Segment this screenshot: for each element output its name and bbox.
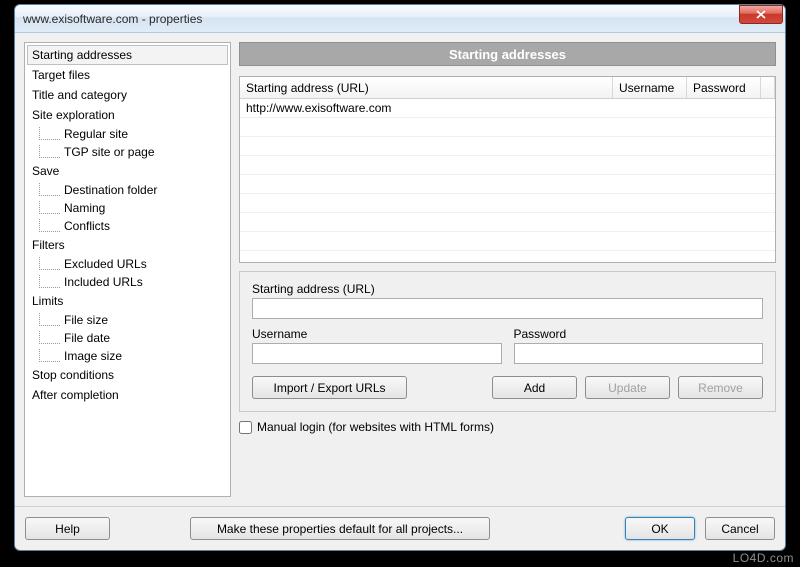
table-row[interactable] bbox=[240, 175, 775, 194]
window-title: www.exisoftware.com - properties bbox=[23, 12, 739, 26]
col-url[interactable]: Starting address (URL) bbox=[240, 77, 613, 98]
table-row[interactable] bbox=[240, 194, 775, 213]
tree-item-limits[interactable]: Limits bbox=[27, 291, 228, 311]
addresses-table[interactable]: Starting address (URL) Username Password… bbox=[239, 76, 776, 263]
col-spacer bbox=[761, 77, 775, 98]
username-input[interactable] bbox=[252, 343, 502, 364]
tree-item-site-exploration[interactable]: Site exploration bbox=[27, 105, 228, 125]
tree-item-file-date[interactable]: File date bbox=[27, 329, 228, 347]
update-button[interactable]: Update bbox=[585, 376, 670, 399]
table-body: http://www.exisoftware.com bbox=[240, 99, 775, 251]
add-button[interactable]: Add bbox=[492, 376, 577, 399]
table-row[interactable]: http://www.exisoftware.com bbox=[240, 99, 775, 118]
tree-item-regular-site[interactable]: Regular site bbox=[27, 125, 228, 143]
password-input[interactable] bbox=[514, 343, 764, 364]
import-export-button[interactable]: Import / Export URLs bbox=[252, 376, 407, 399]
remove-button[interactable]: Remove bbox=[678, 376, 763, 399]
footer: Help Make these properties default for a… bbox=[15, 506, 785, 550]
main-panel: Starting addresses Starting address (URL… bbox=[239, 42, 776, 497]
ok-button[interactable]: OK bbox=[625, 517, 695, 540]
col-password[interactable]: Password bbox=[687, 77, 761, 98]
url-input[interactable] bbox=[252, 298, 763, 319]
close-icon bbox=[756, 10, 766, 19]
help-button[interactable]: Help bbox=[25, 517, 110, 540]
tree-item-after-completion[interactable]: After completion bbox=[27, 385, 228, 405]
watermark: LO4D.com bbox=[733, 551, 794, 565]
tree-item-target-files[interactable]: Target files bbox=[27, 65, 228, 85]
tree-item-destination-folder[interactable]: Destination folder bbox=[27, 181, 228, 199]
properties-window: www.exisoftware.com - properties Startin… bbox=[14, 4, 786, 551]
table-header: Starting address (URL) Username Password bbox=[240, 77, 775, 99]
tree-item-stop-conditions[interactable]: Stop conditions bbox=[27, 365, 228, 385]
content-area: Starting addresses Target files Title an… bbox=[15, 33, 785, 506]
tree-item-filters[interactable]: Filters bbox=[27, 235, 228, 255]
table-row[interactable] bbox=[240, 118, 775, 137]
address-form: Starting address (URL) Username Password… bbox=[239, 271, 776, 412]
cancel-button[interactable]: Cancel bbox=[705, 517, 775, 540]
cell-url: http://www.exisoftware.com bbox=[240, 101, 627, 115]
manual-login-label: Manual login (for websites with HTML for… bbox=[257, 420, 494, 434]
titlebar[interactable]: www.exisoftware.com - properties bbox=[15, 5, 785, 33]
table-row[interactable] bbox=[240, 137, 775, 156]
tree-item-starting-addresses[interactable]: Starting addresses bbox=[27, 45, 228, 65]
tree-item-included-urls[interactable]: Included URLs bbox=[27, 273, 228, 291]
col-username[interactable]: Username bbox=[613, 77, 687, 98]
tree-item-save[interactable]: Save bbox=[27, 161, 228, 181]
close-button[interactable] bbox=[739, 5, 783, 24]
manual-login-checkbox[interactable] bbox=[239, 421, 252, 434]
url-label: Starting address (URL) bbox=[252, 282, 763, 296]
table-row[interactable] bbox=[240, 213, 775, 232]
panel-header: Starting addresses bbox=[239, 42, 776, 66]
make-default-button[interactable]: Make these properties default for all pr… bbox=[190, 517, 490, 540]
sidebar-tree[interactable]: Starting addresses Target files Title an… bbox=[24, 42, 231, 497]
username-label: Username bbox=[252, 327, 502, 341]
table-row[interactable] bbox=[240, 232, 775, 251]
tree-item-naming[interactable]: Naming bbox=[27, 199, 228, 217]
tree-item-file-size[interactable]: File size bbox=[27, 311, 228, 329]
tree-item-tgp-site[interactable]: TGP site or page bbox=[27, 143, 228, 161]
tree-item-excluded-urls[interactable]: Excluded URLs bbox=[27, 255, 228, 273]
table-row[interactable] bbox=[240, 156, 775, 175]
password-label: Password bbox=[514, 327, 764, 341]
tree-item-title-category[interactable]: Title and category bbox=[27, 85, 228, 105]
manual-login-row: Manual login (for websites with HTML for… bbox=[239, 420, 776, 434]
tree-item-conflicts[interactable]: Conflicts bbox=[27, 217, 228, 235]
tree-item-image-size[interactable]: Image size bbox=[27, 347, 228, 365]
